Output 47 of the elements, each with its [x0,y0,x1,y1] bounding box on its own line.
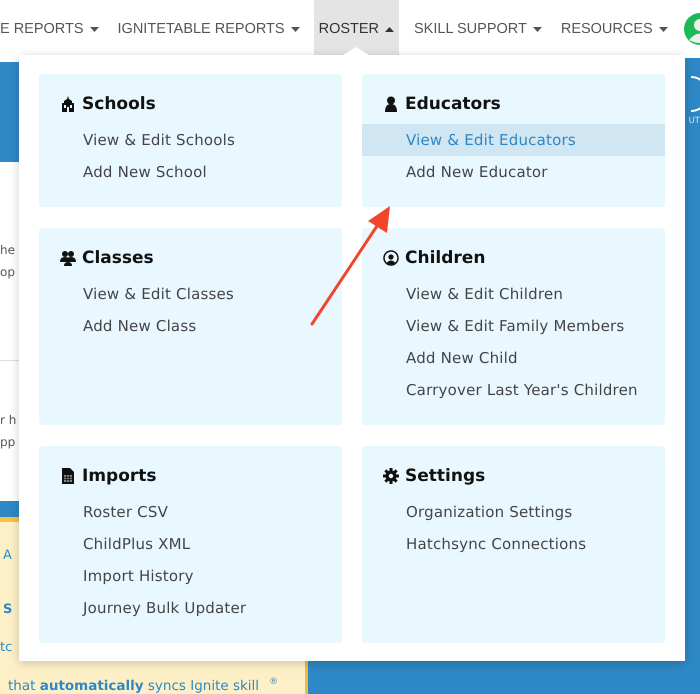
caret-icon [385,26,394,32]
notice-text: S [2,601,12,619]
caret-icon [90,26,99,32]
menu-link[interactable]: Carryover Last Year's Children [362,374,665,406]
menu-link[interactable]: View & Edit Children [362,278,665,310]
body-text: he [0,242,15,259]
menu-link[interactable]: Add New School [39,156,342,188]
people-icon [60,250,76,266]
person-icon [383,96,399,112]
file-icon [60,468,76,484]
section-title: Educators [405,94,501,114]
settings-icon [383,468,399,484]
section-title: Settings [405,466,486,486]
nav-menu[interactable]: E REPORTS [0,0,104,58]
menu-link[interactable]: Import History [39,560,342,592]
body-text: r h [0,412,16,429]
menu-link[interactable]: Add New Educator [362,156,665,188]
school-icon [60,96,76,112]
nav-menu[interactable]: IGNITETABLE REPORTS [112,0,305,58]
menu-link[interactable]: Roster CSV [39,496,342,528]
section-title: Schools [82,94,156,114]
registered-mark: ® [269,678,278,687]
menu-link[interactable]: View & Edit Schools [39,124,342,156]
section-title: Classes [82,248,154,268]
menu-link[interactable]: View & Edit Family Members [362,310,665,342]
notice-text: A [2,547,12,565]
nav-menu[interactable]: RESOURCES [556,0,673,58]
nav-menu[interactable]: ROSTER [314,0,400,58]
section-title: Imports [82,466,157,486]
menu-link[interactable]: Add New Class [39,310,342,342]
menu-link[interactable]: Add New Child [362,342,665,374]
body-text: pp [0,434,16,451]
side-label: UT [688,116,700,126]
menu-link[interactable]: View & Edit Classes [39,278,342,310]
menu-link[interactable]: Organization Settings [362,496,665,528]
caret-icon [532,26,542,32]
notice-text: tc [0,639,12,657]
caret-icon [290,26,300,32]
caret-icon [658,26,668,32]
section-title: Children [405,248,486,268]
menu-link[interactable]: Hatchsync Connections [362,528,665,560]
child-icon [383,250,399,266]
menu-link[interactable]: ChildPlus XML [39,528,342,560]
menu-link[interactable]: Journey Bulk Updater [39,592,342,624]
nav-menu[interactable]: SKILL SUPPORT [409,0,547,58]
notice-text: that automatically syncs Ignite skill [8,678,260,694]
body-text: op [0,264,15,281]
